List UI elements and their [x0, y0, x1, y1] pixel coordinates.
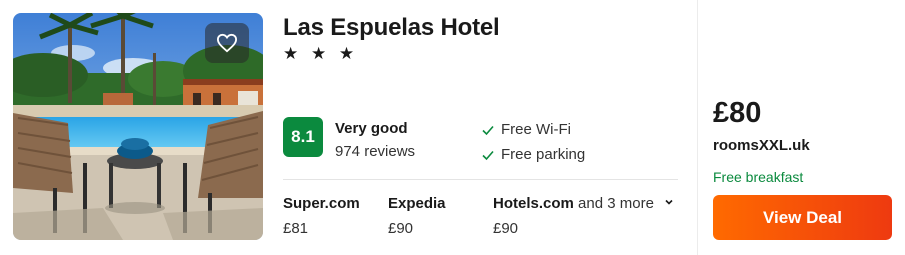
hotel-result-card[interactable]: Las Espuelas Hotel ★ ★ ★ 8.1 Very good 9… — [0, 0, 905, 255]
provider-super-com[interactable]: Super.com £81 — [283, 195, 360, 237]
divider — [283, 179, 678, 180]
provider-expedia[interactable]: Expedia £90 — [388, 195, 446, 237]
heart-icon — [216, 33, 238, 53]
amenity-label: Free Wi-Fi — [501, 121, 571, 138]
star-rating: ★ ★ ★ — [283, 44, 359, 63]
best-price: £80 — [713, 97, 762, 129]
check-icon — [482, 125, 494, 135]
deal-provider: roomsXXL.uk — [713, 137, 810, 154]
provider-price: £81 — [283, 220, 309, 237]
amenity-label: Free parking — [501, 146, 586, 163]
view-deal-button[interactable]: View Deal — [713, 195, 892, 240]
amenity-item: Free parking — [481, 146, 585, 163]
favorite-button[interactable] — [205, 23, 249, 63]
column-divider — [697, 0, 698, 255]
amenity-item: Free Wi-Fi — [481, 121, 571, 138]
more-providers-toggle[interactable]: and 3 more — [578, 195, 654, 212]
review-score-badge: 8.1 — [283, 117, 323, 157]
hotel-name[interactable]: Las Espuelas Hotel — [283, 14, 500, 42]
chevron-down-icon[interactable] — [664, 197, 674, 207]
provider-price: £90 — [493, 220, 519, 237]
provider-price: £90 — [388, 220, 414, 237]
provider-name: Super.com — [283, 195, 360, 212]
check-icon — [482, 150, 494, 160]
provider-name: Expedia — [388, 195, 446, 212]
provider-hotels-com[interactable]: Hotels.com and 3 more £90 — [493, 195, 674, 237]
rating-label: Very good — [335, 120, 408, 137]
provider-name: Hotels.com — [493, 195, 574, 212]
review-count[interactable]: 974 reviews — [335, 143, 415, 160]
deal-perk: Free breakfast — [713, 169, 804, 185]
provider-name-row: Hotels.com and 3 more — [493, 195, 674, 212]
